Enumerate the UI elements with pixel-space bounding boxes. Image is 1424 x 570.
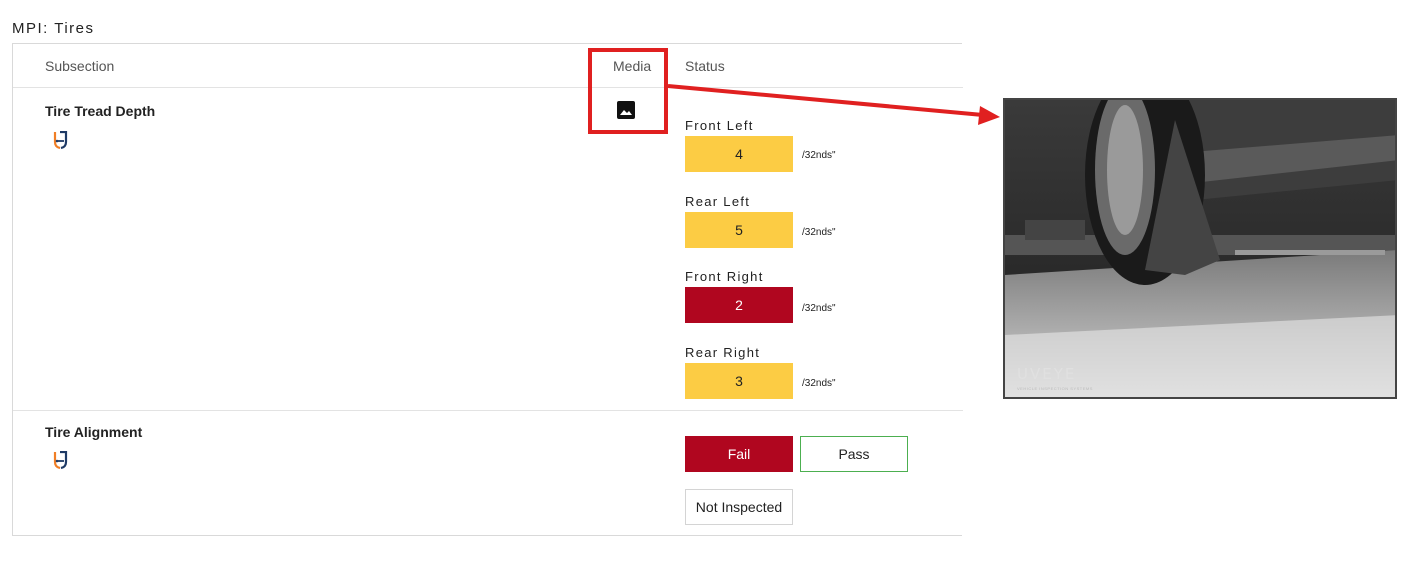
tread-value-box[interactable]: 2 xyxy=(685,287,793,323)
subsection-title-tread: Tire Tread Depth xyxy=(45,103,156,119)
tread-value-box[interactable]: 4 xyxy=(685,136,793,172)
tread-value-box[interactable]: 3 xyxy=(685,363,793,399)
not-inspected-button[interactable]: Not Inspected xyxy=(685,489,793,525)
header-status: Status xyxy=(685,58,725,74)
tire-photo: UVEYE VEHICLE INSPECTION SYSTEMS xyxy=(1003,98,1397,399)
tread-label: Front Left xyxy=(685,118,754,133)
tread-unit: /32nds" xyxy=(802,150,836,161)
tread-label: Front Right xyxy=(685,269,764,284)
tread-label: Rear Left xyxy=(685,194,751,209)
page-title: MPI: Tires xyxy=(12,20,95,37)
photo-tagline: VEHICLE INSPECTION SYSTEMS xyxy=(1017,386,1093,391)
tread-unit: /32nds" xyxy=(802,303,836,314)
uveye-brand-icon xyxy=(53,131,68,149)
tire-photo-image xyxy=(1005,100,1395,397)
fail-button[interactable]: Fail xyxy=(685,436,793,472)
photo-logo: UVEYE xyxy=(1017,365,1077,383)
tread-value-box[interactable]: 5 xyxy=(685,212,793,248)
row-divider xyxy=(13,410,963,411)
media-highlight-box xyxy=(588,48,668,134)
header-subsection: Subsection xyxy=(45,58,115,74)
subsection-title-alignment: Tire Alignment xyxy=(45,424,143,440)
pass-button[interactable]: Pass xyxy=(800,436,908,472)
tread-label: Rear Right xyxy=(685,345,761,360)
tread-unit: /32nds" xyxy=(802,227,836,238)
tread-unit: /32nds" xyxy=(802,378,836,389)
tires-table: Subsection Media Status Tire Tread Depth… xyxy=(12,43,963,536)
table-header: Subsection Media Status xyxy=(13,44,963,88)
uveye-brand-icon xyxy=(53,451,68,469)
